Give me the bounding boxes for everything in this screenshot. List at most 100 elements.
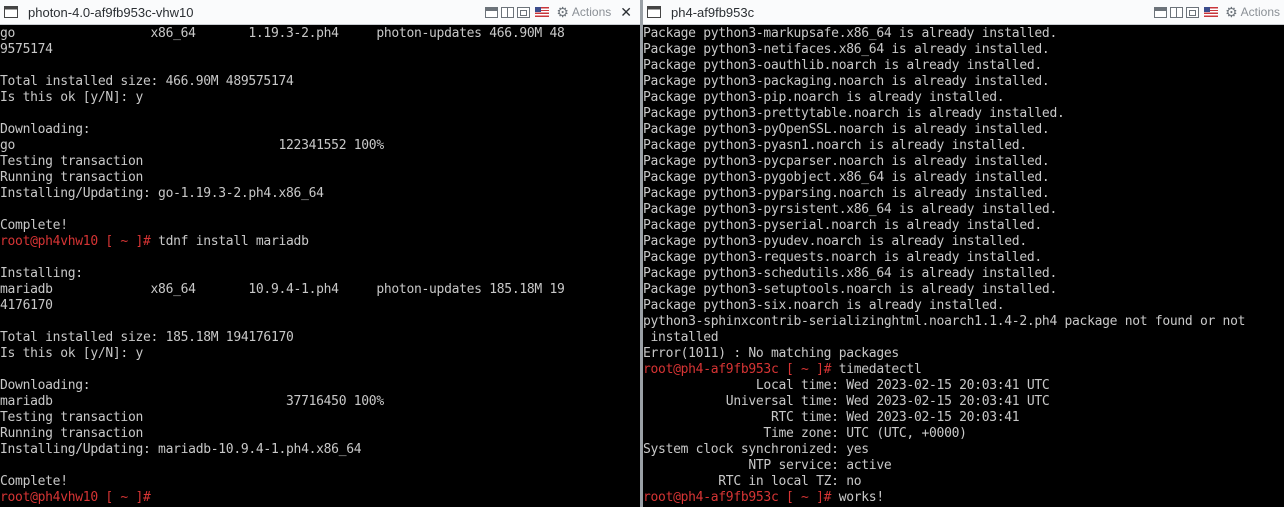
terminal-line: root@ph4vhw10 [ ~ ]# tdnf install mariad… — [0, 234, 640, 250]
screen: photon-4.0-af9fb953c-vhw10 ⚙ Actions ✕ g… — [0, 0, 1284, 507]
terminal-line: mariadb x86_64 10.9.4-1.ph4 photon-updat… — [0, 282, 640, 298]
terminal-line: Installing/Updating: go-1.19.3-2.ph4.x86… — [0, 186, 640, 202]
terminal-line: Package python3-prettytable.noarch is al… — [643, 106, 1284, 122]
terminal-text: Is this ok [y/N]: y — [0, 90, 144, 105]
send-keys-icon[interactable] — [485, 6, 499, 18]
shell-prompt: root@ph4-af9fb953c [ ~ ]# — [643, 362, 839, 377]
shell-prompt: root@ph4vhw10 [ ~ ]# — [0, 234, 159, 249]
terminal-text: 4176170 — [0, 298, 53, 313]
terminal-text: RTC in local TZ: no — [643, 474, 862, 489]
terminal-line: Downloading: — [0, 122, 640, 138]
left-titlebar: photon-4.0-af9fb953c-vhw10 ⚙ Actions ✕ — [0, 0, 640, 25]
terminal-line: RTC time: Wed 2023-02-15 20:03:41 — [643, 410, 1284, 426]
shell-prompt: root@ph4vhw10 [ ~ ]# — [0, 490, 159, 505]
terminal-text: Package python3-requests.noarch is alrea… — [643, 250, 1042, 265]
terminal-text: python3-sphinxcontrib-serializinghtml.no… — [643, 314, 1246, 329]
terminal-text: mariadb 37716450 100% — [0, 394, 384, 409]
terminal-text: Testing transaction — [0, 410, 144, 425]
terminal-line: 9575174 — [0, 42, 640, 58]
terminal-text: Error(1011) : No matching packages — [643, 346, 899, 361]
terminal-text: Package python3-prettytable.noarch is al… — [643, 106, 1065, 121]
right-console-window[interactable]: ph4-af9fb953c ⚙ Actions Package python3-… — [643, 0, 1284, 507]
terminal-text: Package python3-netifaces.x86_64 is alre… — [643, 42, 1050, 57]
terminal-text: Running transaction — [0, 170, 144, 185]
terminal-line: Package python3-six.noarch is already in… — [643, 298, 1284, 314]
terminal-text: mariadb x86_64 10.9.4-1.ph4 photon-updat… — [0, 282, 565, 297]
gear-icon: ⚙ — [556, 3, 569, 20]
terminal-text: timedatectl — [838, 362, 922, 377]
fullscreen-icon[interactable] — [1186, 6, 1200, 18]
terminal-text: Time zone: UTC (UTC, +0000) — [643, 426, 967, 441]
terminal-line: Installing/Updating: mariadb-10.9.4-1.ph… — [0, 442, 640, 458]
keyboard-layout-us-flag-icon[interactable] — [1204, 7, 1219, 17]
terminal-text: Local time: Wed 2023-02-15 20:03:41 UTC — [643, 378, 1050, 393]
right-titlebar: ph4-af9fb953c ⚙ Actions — [643, 0, 1284, 25]
left-window-title: photon-4.0-af9fb953c-vhw10 — [28, 4, 194, 20]
terminal-text: Package python3-pycparser.noarch is alre… — [643, 154, 1050, 169]
terminal-text: Package python3-schedutils.x86_64 is alr… — [643, 266, 1057, 281]
terminal-text: go 122341552 100% — [0, 138, 384, 153]
keyboard-layout-us-flag-icon[interactable] — [535, 7, 550, 17]
terminal-line: Package python3-packaging.noarch is alre… — [643, 74, 1284, 90]
terminal-line: python3-sphinxcontrib-serializinghtml.no… — [643, 314, 1284, 330]
terminal-line: Package python3-pip.noarch is already in… — [643, 90, 1284, 106]
terminal-line: RTC in local TZ: no — [643, 474, 1284, 490]
close-icon[interactable]: ✕ — [614, 4, 636, 21]
terminal-text: Total installed size: 185.18M 194176170 — [0, 330, 294, 345]
terminal-line: Package python3-oauthlib.noarch is alrea… — [643, 58, 1284, 74]
terminal-text: works! — [838, 490, 884, 505]
left-terminal-output[interactable]: go x86_64 1.19.3-2.ph4 photon-updates 46… — [0, 25, 640, 507]
terminal-line: Installing: — [0, 266, 640, 282]
terminal-text: tdnf install mariadb — [158, 234, 309, 249]
terminal-text: Package python3-markupsafe.x86_64 is alr… — [643, 26, 1057, 41]
terminal-text: Running transaction — [0, 426, 144, 441]
console-window-icon — [643, 6, 665, 18]
actions-menu[interactable]: ⚙ Actions — [556, 4, 611, 21]
terminal-line: Package python3-setuptools.noarch is alr… — [643, 282, 1284, 298]
terminal-text: go x86_64 1.19.3-2.ph4 photon-updates 46… — [0, 26, 565, 41]
actions-label: Actions — [1240, 5, 1280, 19]
split-view-icon[interactable] — [501, 6, 515, 18]
terminal-text: NTP service: active — [643, 458, 892, 473]
terminal-text: Package python3-pyasn1.noarch is already… — [643, 138, 1027, 153]
terminal-line: root@ph4vhw10 [ ~ ]# — [0, 490, 640, 506]
actions-menu[interactable]: ⚙ Actions — [1225, 4, 1280, 21]
left-console-window[interactable]: photon-4.0-af9fb953c-vhw10 ⚙ Actions ✕ g… — [0, 0, 640, 507]
terminal-line: Total installed size: 466.90M 489575174 — [0, 74, 640, 90]
actions-label: Actions — [571, 5, 612, 19]
terminal-line: Is this ok [y/N]: y — [0, 90, 640, 106]
terminal-line: System clock synchronized: yes — [643, 442, 1284, 458]
right-terminal-output[interactable]: Package python3-markupsafe.x86_64 is alr… — [643, 25, 1284, 507]
fullscreen-icon[interactable] — [517, 6, 531, 18]
send-keys-icon[interactable] — [1154, 6, 1168, 18]
terminal-line: Universal time: Wed 2023-02-15 20:03:41 … — [643, 394, 1284, 410]
terminal-line: mariadb 37716450 100% — [0, 394, 640, 410]
terminal-text: Downloading: — [0, 378, 91, 393]
terminal-line: Testing transaction — [0, 154, 640, 170]
terminal-text: Downloading: — [0, 122, 91, 137]
terminal-line: Package python3-netifaces.x86_64 is alre… — [643, 42, 1284, 58]
terminal-line: go x86_64 1.19.3-2.ph4 photon-updates 46… — [0, 26, 640, 42]
terminal-text: Package python3-pip.noarch is already in… — [643, 90, 1005, 105]
terminal-line: Package python3-pyasn1.noarch is already… — [643, 138, 1284, 154]
terminal-line: go 122341552 100% — [0, 138, 640, 154]
terminal-line: Package python3-pyudev.noarch is already… — [643, 234, 1284, 250]
terminal-line: Error(1011) : No matching packages — [643, 346, 1284, 362]
terminal-line: Package python3-pyserial.noarch is alrea… — [643, 218, 1284, 234]
terminal-text: Testing transaction — [0, 154, 144, 169]
terminal-text: Complete! — [0, 474, 68, 489]
terminal-line: Package python3-pyOpenSSL.noarch is alre… — [643, 122, 1284, 138]
terminal-line: Downloading: — [0, 378, 640, 394]
terminal-text: RTC time: Wed 2023-02-15 20:03:41 — [643, 410, 1020, 425]
split-view-icon[interactable] — [1170, 6, 1184, 18]
terminal-text: Package python3-pyrsistent.x86_64 is alr… — [643, 202, 1057, 217]
terminal-line: NTP service: active — [643, 458, 1284, 474]
terminal-text: Universal time: Wed 2023-02-15 20:03:41 … — [643, 394, 1050, 409]
terminal-line: Testing transaction — [0, 410, 640, 426]
terminal-line: Package python3-pycparser.noarch is alre… — [643, 154, 1284, 170]
